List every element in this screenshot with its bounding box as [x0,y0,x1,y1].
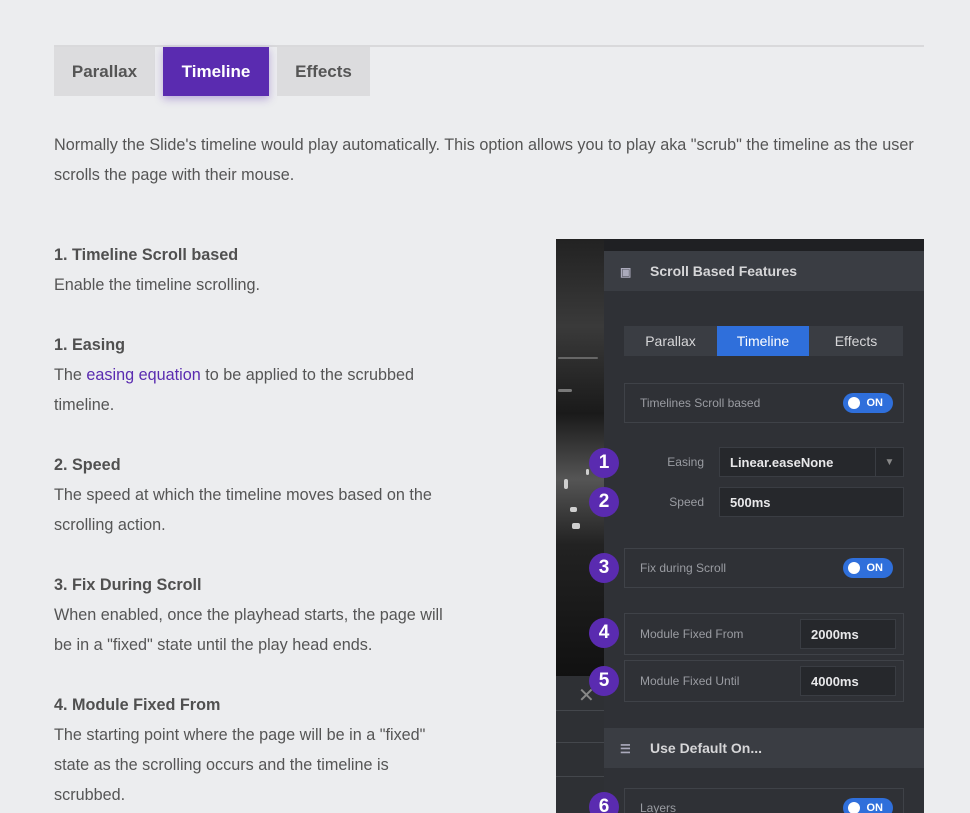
step-badge-4: 4 [589,618,619,648]
field-label: Module Fixed From [640,627,744,641]
easing-select[interactable]: Linear.easeNone ▼ [719,447,904,477]
doc-item-title: 2. Speed [54,456,121,474]
doc-item-desc: The starting point where the page will b… [54,726,426,804]
panel-tab-timeline[interactable]: Timeline [717,326,809,356]
speed-input[interactable]: 500ms [719,487,904,517]
field-label: Layers [640,801,677,813]
chevron-down-icon[interactable]: ▼ [875,448,903,476]
doc-item-module-fixed-from: 4. Module Fixed From The starting point … [54,690,464,810]
toggle-text: ON [866,802,884,813]
step-badge-2: 2 [589,487,619,517]
doc-item-speed: 2. Speed The speed at which the timeline… [54,450,464,540]
section-header-scroll-features: ▣ Scroll Based Features [604,251,924,291]
feature-tabs: Parallax Timeline Effects [54,45,924,97]
intro-text: Normally the Slide's timeline would play… [54,136,914,184]
section-title: Scroll Based Features [650,263,798,279]
settings-screenshot: ✕ ▣ Scroll Based Features Parallax Timel… [556,239,924,813]
speed-value: 500ms [730,494,771,510]
step-badge-1: 1 [589,448,619,478]
doc-item-desc: When enabled, once the playhead starts, … [54,606,443,654]
step-badge-5: 5 [589,666,619,696]
field-label: Fix during Scroll [640,561,727,575]
doc-item-desc: The speed at which the timeline moves ba… [54,486,432,534]
fixed-from-value: 2000ms [811,626,859,642]
settings-panel: ▣ Scroll Based Features Parallax Timelin… [604,251,924,813]
module-fixed-from-input[interactable]: 2000ms [800,619,896,649]
toggle-knob [848,397,860,409]
toggle-knob [848,562,860,574]
section-header-use-default: ☰ Use Default On... [604,728,924,768]
list-icon: ☰ [620,742,631,756]
timelines-scroll-toggle[interactable]: ON [843,393,893,413]
step-badge-3: 3 [589,553,619,583]
toggle-knob [848,802,860,813]
module-fixed-until-input[interactable]: 4000ms [800,666,896,696]
tab-parallax[interactable]: Parallax [54,47,155,96]
fix-during-scroll-toggle[interactable]: ON [843,558,893,578]
doc-item-timeline-scroll: 1. Timeline Scroll based Enable the time… [54,240,464,300]
folder-icon: ▣ [620,265,632,279]
easing-value: Linear.easeNone [730,454,834,470]
module-fixed-from-field: Module Fixed From 2000ms [624,613,904,655]
timelines-scroll-field: Timelines Scroll based ON [624,383,904,423]
section-title: Use Default On... [650,740,763,756]
doc-item-title: 1. Easing [54,336,126,354]
doc-item-desc: The easing equation to be applied to the… [54,366,415,414]
field-label: Module Fixed Until [640,674,740,688]
toggle-text: ON [866,562,884,574]
doc-item-title: 1. Timeline Scroll based [54,246,239,264]
easing-equation-link[interactable]: easing equation [86,366,200,384]
panel-tab-effects[interactable]: Effects [809,326,903,356]
doc-item-fix-during-scroll: 3. Fix During Scroll When enabled, once … [54,570,464,660]
tab-timeline[interactable]: Timeline [163,47,269,96]
panel-tabs: Parallax Timeline Effects [624,326,903,356]
doc-item-easing: 1. Easing The easing equation to be appl… [54,330,464,420]
panel-tab-parallax[interactable]: Parallax [624,326,717,356]
screenshot-topbar [556,239,924,251]
module-fixed-until-field: Module Fixed Until 4000ms [624,660,904,702]
fixed-until-value: 4000ms [811,673,859,689]
layers-toggle[interactable]: ON [843,798,893,813]
fix-during-scroll-field: Fix during Scroll ON [624,548,904,588]
speed-label: Speed [669,495,704,509]
easing-label: Easing [667,455,704,469]
layers-field: Layers ON [624,788,904,813]
doc-item-desc: Enable the timeline scrolling. [54,276,261,294]
tab-effects[interactable]: Effects [277,47,370,96]
toggle-text: ON [866,397,884,409]
doc-item-title: 4. Module Fixed From [54,696,221,714]
doc-item-title: 3. Fix During Scroll [54,576,202,594]
field-label: Timelines Scroll based [640,396,761,410]
